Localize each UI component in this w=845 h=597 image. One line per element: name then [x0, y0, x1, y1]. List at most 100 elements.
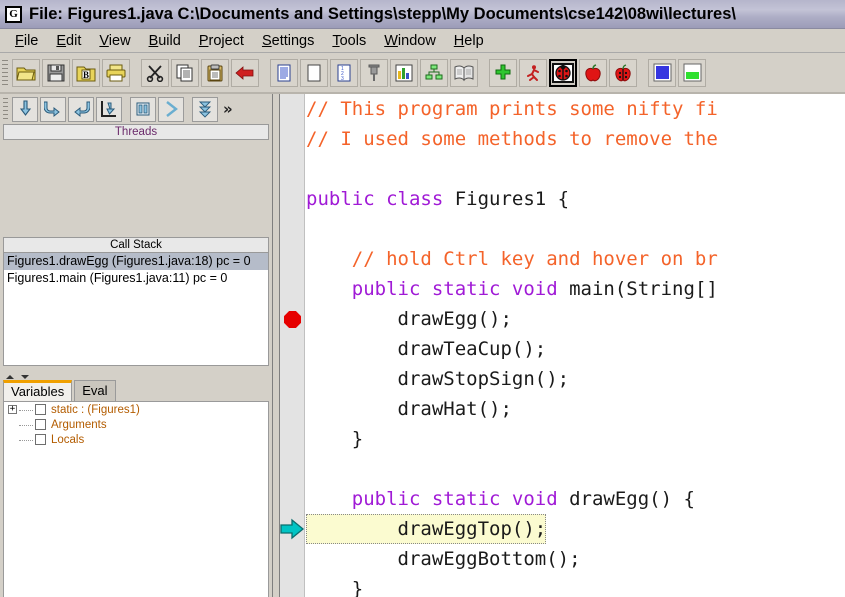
save-floppy-icon	[47, 64, 65, 82]
debug-button-step-into-arrow[interactable]	[12, 97, 38, 122]
toolbar-button-save-floppy[interactable]	[42, 59, 70, 87]
debug-button-stack-down-arrows[interactable]	[192, 97, 218, 122]
debug-button-pause-bars[interactable]	[130, 97, 156, 122]
code-line[interactable]: drawEgg();	[306, 304, 845, 334]
code-line[interactable]: public class Figures1 {	[306, 184, 845, 214]
tree-spacer-icon	[8, 435, 17, 444]
toolbar-button-scissors-cut[interactable]	[141, 59, 169, 87]
toolbar-button-open-folder[interactable]	[12, 59, 40, 87]
toolbar-button-document-lines[interactable]	[270, 59, 298, 87]
debug-pane: » Threads Call Stack Figures1.drawEgg (F…	[0, 94, 272, 597]
toolbar-grip[interactable]	[2, 60, 8, 86]
debug-button-run-to-cursor[interactable]	[96, 97, 122, 122]
expand-plus-icon[interactable]: +	[8, 405, 17, 414]
code-line[interactable]: public static void drawEgg() {	[306, 484, 845, 514]
variable-tree-node[interactable]: Locals	[4, 432, 268, 447]
collapse-up-icon[interactable]	[6, 375, 14, 379]
code-text[interactable]: // This program prints some nifty fi// I…	[306, 94, 845, 597]
ladybug-framed-icon	[552, 63, 574, 83]
scissors-cut-icon	[146, 64, 164, 82]
variable-tree-node[interactable]: Arguments	[4, 417, 268, 432]
code-token	[306, 248, 352, 270]
copy-pages-icon	[176, 64, 194, 82]
menu-project[interactable]: Project	[190, 31, 253, 51]
toolbar-button-green-white-square[interactable]	[678, 59, 706, 87]
menu-tools[interactable]: Tools	[323, 31, 375, 51]
variable-tree-node[interactable]: + static : (Figures1)	[4, 402, 268, 417]
call-stack-frame[interactable]: Figures1.main (Figures1.java:11) pc = 0	[4, 270, 268, 287]
variable-checkbox-icon[interactable]	[35, 419, 46, 430]
resume-chevron-icon	[162, 100, 180, 118]
toolbar-button-blue-square[interactable]	[648, 59, 676, 87]
current-line-highlight: drawEggTop();	[306, 514, 546, 544]
code-line[interactable]: drawTeaCup();	[306, 334, 845, 364]
code-line[interactable]: }	[306, 574, 845, 597]
toolbar-button-ladybug-framed[interactable]	[549, 59, 577, 87]
debug-button-resume-chevron[interactable]	[158, 97, 184, 122]
menu-build[interactable]: Build	[140, 31, 190, 51]
code-token: Figures1 {	[455, 188, 569, 210]
toolbar-button-running-man[interactable]	[519, 59, 547, 87]
toolbar-button-hierarchy[interactable]	[420, 59, 448, 87]
toolbar-button-undo-arrow[interactable]	[231, 59, 259, 87]
main-toolbar: B 123	[0, 53, 845, 94]
menu-bar[interactable]: FileEditViewBuildProjectSettingsToolsWin…	[0, 29, 845, 53]
debug-button-step-over-arrow[interactable]	[40, 97, 66, 122]
code-line[interactable]: drawEggBottom();	[306, 544, 845, 574]
variable-node-label: static : (Figures1)	[51, 404, 140, 416]
tab-eval[interactable]: Eval	[74, 380, 115, 402]
toolbar-button-folder-b[interactable]: B	[72, 59, 100, 87]
menu-view[interactable]: View	[90, 31, 139, 51]
collapse-down-icon[interactable]	[21, 375, 29, 379]
variables-tabstrip[interactable]: VariablesEval	[3, 379, 269, 402]
toolbar-button-open-book[interactable]	[450, 59, 478, 87]
editor-gutter[interactable]	[280, 94, 305, 597]
code-line[interactable]: drawEggTop();	[306, 514, 845, 544]
variable-node-label: Locals	[51, 434, 84, 446]
toolbar-button-green-plus[interactable]	[489, 59, 517, 87]
code-line[interactable]: // I used some methods to remove the	[306, 124, 845, 154]
toolbar-button-print[interactable]	[102, 59, 130, 87]
pane-splitter[interactable]	[272, 94, 280, 597]
variable-checkbox-icon[interactable]	[35, 404, 46, 415]
pushpin-icon	[366, 64, 382, 82]
menu-edit[interactable]: Edit	[47, 31, 90, 51]
menu-help[interactable]: Help	[445, 31, 493, 51]
toolbar-button-copy-pages[interactable]	[171, 59, 199, 87]
breakpoint-marker-icon[interactable]	[284, 311, 301, 328]
code-line[interactable]: public static void main(String[]	[306, 274, 845, 304]
tab-variables[interactable]: Variables	[3, 380, 72, 402]
code-line[interactable]	[306, 154, 845, 184]
document-blank-icon	[306, 64, 322, 82]
folder-b-icon: B	[76, 64, 96, 82]
code-line[interactable]: // hold Ctrl key and hover on br	[306, 244, 845, 274]
toolbar-button-document-blank[interactable]	[300, 59, 328, 87]
toolbar-button-clipboard-paste[interactable]	[201, 59, 229, 87]
code-line[interactable]	[306, 454, 845, 484]
toolbar-button-red-apple[interactable]	[579, 59, 607, 87]
menu-settings[interactable]: Settings	[253, 31, 323, 51]
debug-toolbar-overflow-icon[interactable]: »	[223, 100, 233, 118]
debug-toolbar-grip[interactable]	[3, 98, 8, 120]
code-line[interactable]: }	[306, 424, 845, 454]
code-line[interactable]: drawHat();	[306, 394, 845, 424]
code-line[interactable]: drawStopSign();	[306, 364, 845, 394]
menu-window[interactable]: Window	[375, 31, 445, 51]
variables-tree[interactable]: + static : (Figures1) Arguments Locals	[3, 401, 269, 597]
call-stack-list[interactable]: Figures1.drawEgg (Figures1.java:18) pc =…	[3, 253, 269, 366]
step-over-arrow-icon	[44, 100, 62, 118]
debug-button-step-out-arrow[interactable]	[68, 97, 94, 122]
document-lines-icon	[276, 64, 292, 82]
toolbar-button-bar-chart[interactable]	[390, 59, 418, 87]
code-line[interactable]	[306, 214, 845, 244]
toolbar-button-pushpin[interactable]	[360, 59, 388, 87]
menu-file[interactable]: File	[6, 31, 47, 51]
toolbar-button-ladybug-apple[interactable]	[609, 59, 637, 87]
code-editor[interactable]: // This program prints some nifty fi// I…	[280, 94, 845, 597]
variable-checkbox-icon[interactable]	[35, 434, 46, 445]
variable-node-label: Arguments	[51, 419, 107, 431]
tree-connector	[19, 439, 33, 441]
call-stack-frame[interactable]: Figures1.drawEgg (Figures1.java:18) pc =…	[4, 253, 268, 270]
toolbar-button-document-numbers[interactable]: 123	[330, 59, 358, 87]
code-line[interactable]: // This program prints some nifty fi	[306, 94, 845, 124]
